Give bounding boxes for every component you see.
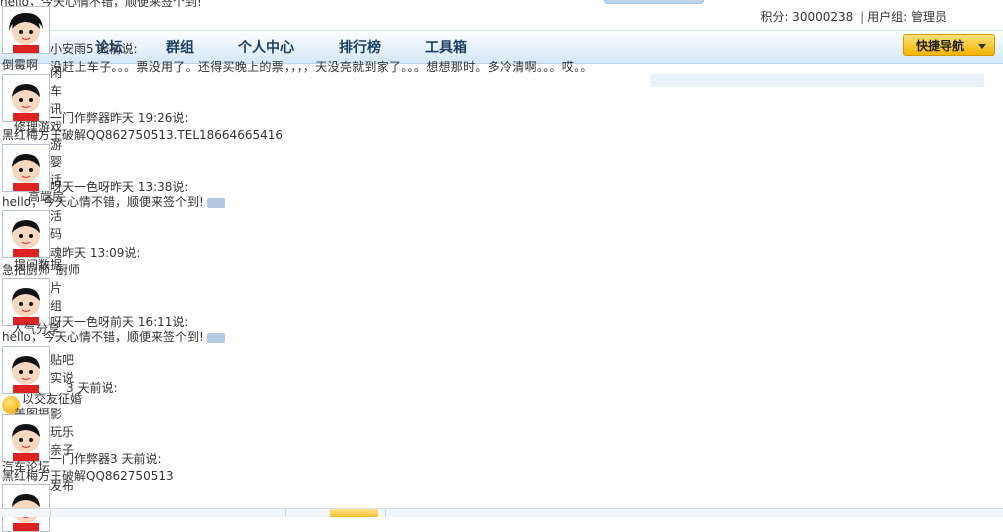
nav-toolbox[interactable]: 工具箱: [425, 37, 467, 57]
overlay-label: 组: [50, 299, 63, 313]
top-strip: hello，今天心情不错，顺便来签个到! 积分: 30000238 | 用户组: …: [0, 0, 1003, 30]
avatar[interactable]: [2, 346, 50, 394]
overlay-label: 车: [50, 84, 63, 98]
avatar[interactable]: [2, 278, 50, 326]
feed-header: 呀天一色呀昨天 13:38说:: [50, 180, 189, 194]
signin-icon: [206, 332, 225, 343]
avatar-face-icon: [3, 279, 49, 325]
avatar-face-icon: [3, 7, 49, 53]
separator: |: [860, 10, 865, 24]
top-tab[interactable]: [604, 0, 704, 4]
avatar[interactable]: [2, 210, 50, 258]
nav-user-center[interactable]: 个人中心: [238, 37, 294, 57]
feed-header: 小安雨5 天前说:: [50, 42, 138, 56]
overlay-label: 婴: [50, 155, 63, 169]
avatar-face-icon: [3, 145, 49, 191]
feed-side-label: 高端房: [28, 190, 65, 204]
overlay-label: 贴吧: [50, 353, 75, 367]
user-info: 积分: 30000238 | 用户组: 管理员: [760, 8, 947, 25]
avatar[interactable]: [2, 6, 50, 54]
nav-groups[interactable]: 群组: [166, 37, 194, 57]
signin-icon: [206, 197, 225, 208]
avatar-face-icon: [3, 347, 49, 393]
feed-header: 魂昨天 13:09说:: [50, 246, 141, 260]
overlay-label: 码: [50, 227, 63, 241]
quick-nav-button[interactable]: 快捷导航: [903, 34, 995, 56]
feed-side-label: 修理游戏: [14, 120, 63, 134]
avatar[interactable]: [2, 74, 50, 122]
feed-content: 以交友征婚: [22, 392, 83, 406]
nav-ranking[interactable]: 排行榜: [339, 37, 381, 57]
feed-header: 呀天一色呀前天 16:11说:: [50, 315, 189, 329]
quick-nav-label: 快捷导航: [916, 39, 965, 53]
sidebar-header-bar: [650, 74, 984, 87]
feed-side-label: 人气分享: [12, 322, 61, 336]
user-group[interactable]: 用户组: 管理员: [867, 10, 947, 24]
overlay-label: 活: [50, 209, 63, 223]
feed-header: 一门作弊器3 天前说:: [50, 452, 162, 466]
avatar-face-icon: [3, 211, 49, 257]
main-nav: 论坛 群组 个人中心 排行榜 工具箱 快捷导航: [0, 30, 1003, 64]
feed-side-label: 提问数据: [14, 258, 63, 272]
overlay-label: 片: [50, 281, 63, 295]
feed-side-label: 汽车论坛: [2, 460, 51, 474]
avatar-face-icon: [3, 75, 49, 121]
user-score: 积分: 30000238: [760, 10, 854, 24]
feed-header: 一门作弊器昨天 19:26说:: [50, 111, 189, 125]
avatar-face-icon: [3, 415, 49, 461]
feed-side-label: 倒霉啊: [2, 58, 39, 72]
feed-content: 没赶上车子。。。票没用了。还得买晚上的票，，，，天没亮就到家了。。。想想那时。多…: [50, 60, 593, 74]
avatar[interactable]: [2, 144, 50, 192]
avatar[interactable]: [2, 414, 50, 462]
overlay-label: 玩乐: [50, 425, 75, 439]
chevron-down-icon: [978, 44, 986, 49]
